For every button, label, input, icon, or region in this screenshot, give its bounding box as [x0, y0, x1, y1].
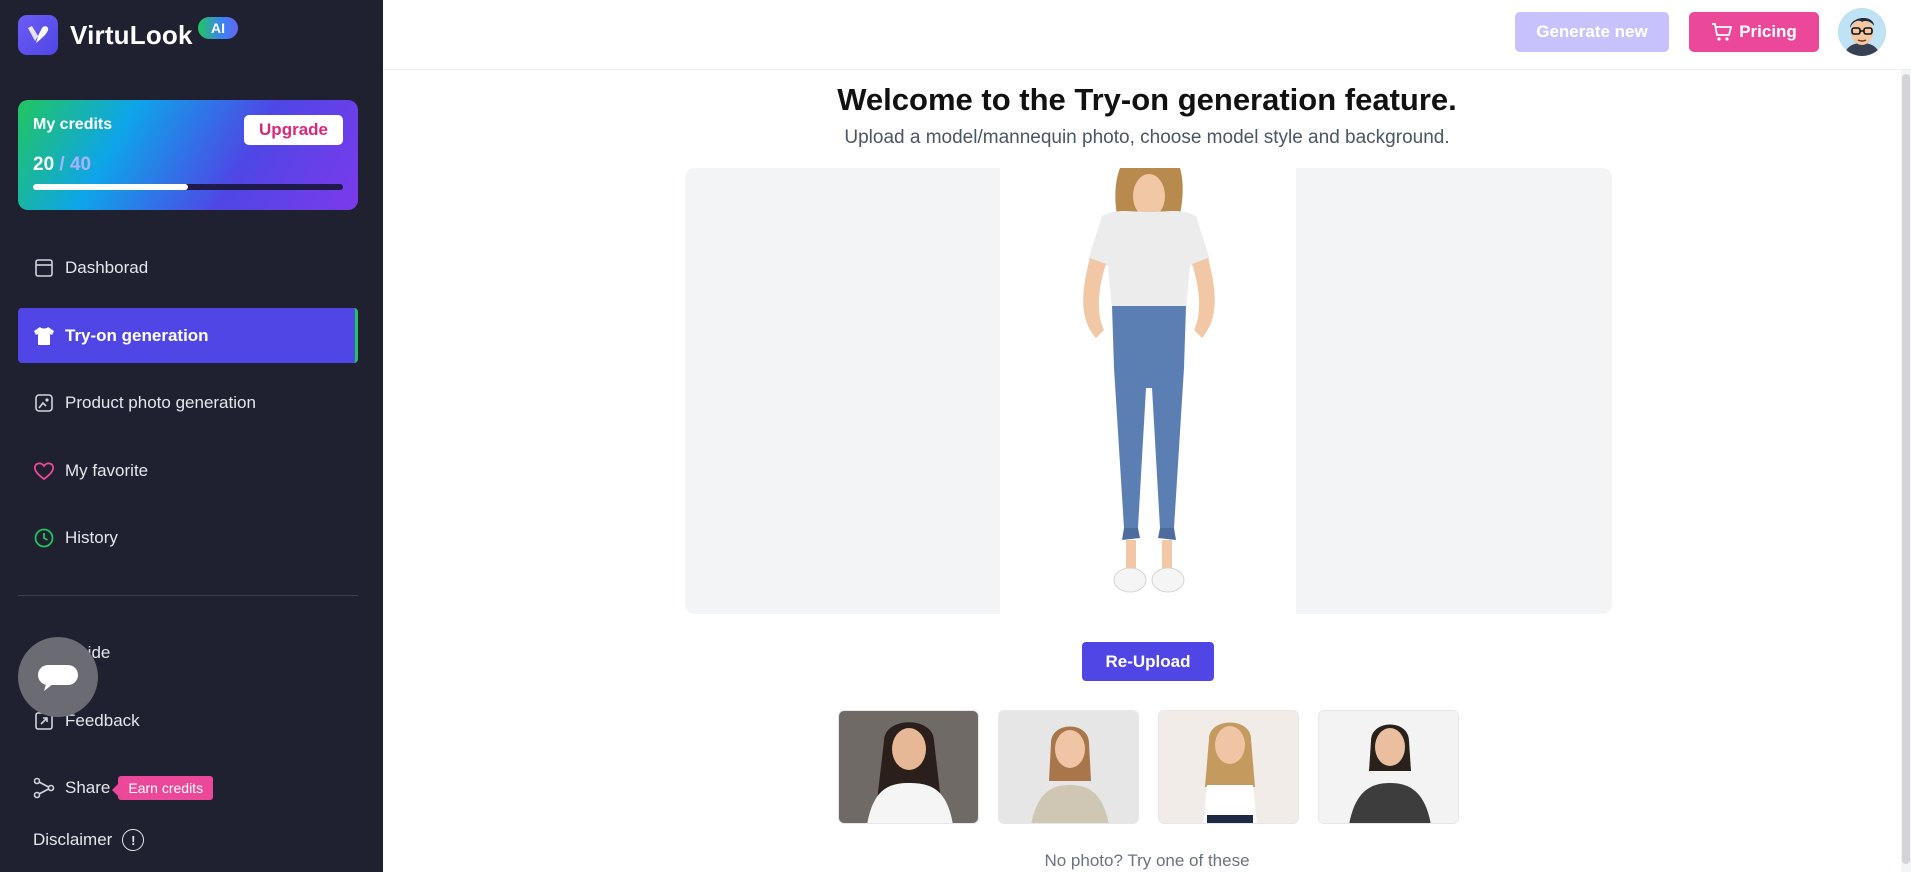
credits-total: 40 — [69, 154, 92, 175]
brand-name: VirtuLook — [70, 19, 193, 50]
brand[interactable]: VirtuLook AI — [18, 14, 238, 56]
sample-photo-2[interactable] — [998, 710, 1139, 824]
sidebar-item-product-photo-generation[interactable]: Product photo generation — [18, 375, 358, 430]
ai-badge: AI — [198, 17, 238, 39]
credits-card: My credits Upgrade 20 / 40 — [18, 100, 358, 210]
pricing-button[interactable]: Pricing — [1689, 12, 1819, 52]
sidebar-divider — [18, 595, 358, 596]
sample-photo-3[interactable] — [1158, 710, 1299, 824]
tshirt-icon — [33, 325, 55, 347]
chat-icon — [38, 665, 78, 691]
sidebar-item-label: Feedback — [65, 710, 140, 730]
sample-photo-1[interactable] — [838, 710, 979, 824]
scrollbar-thumb[interactable] — [1902, 74, 1910, 864]
virtulook-logo-icon — [18, 15, 58, 55]
generate-new-button[interactable]: Generate new — [1515, 12, 1669, 52]
upgrade-button[interactable]: Upgrade — [244, 115, 343, 145]
page-subtitle: Upload a model/mannequin photo, choose m… — [844, 127, 1450, 148]
pricing-label: Pricing — [1739, 22, 1797, 41]
cart-icon — [1712, 23, 1733, 41]
user-avatar[interactable] — [1838, 8, 1886, 56]
credits-count: 20 / 40 — [33, 154, 91, 176]
sidebar-item-try-on-generation[interactable]: Try-on generation — [18, 308, 358, 363]
re-upload-button[interactable]: Re-Upload — [1082, 642, 1214, 681]
credits-separator: / — [59, 154, 65, 175]
photo-edit-icon — [33, 392, 55, 414]
clock-icon — [33, 527, 55, 549]
chat-support-button[interactable] — [18, 637, 98, 717]
sidebar-item-history[interactable]: History — [18, 510, 358, 565]
sidebar-item-label: My favorite — [65, 460, 149, 480]
heart-icon — [33, 460, 55, 482]
credits-progress-bar — [33, 184, 343, 190]
upload-preview-area[interactable] — [685, 168, 1612, 614]
sidebar-item-label: Try-on generation — [65, 325, 209, 345]
sample-hint: No photo? Try one of these — [1044, 851, 1250, 870]
share-icon — [33, 777, 55, 799]
sidebar-item-label: Product photo generation — [65, 392, 256, 412]
sidebar-item-label: Dashborad — [65, 257, 149, 277]
sidebar-item-my-favorite[interactable]: My favorite — [18, 443, 358, 498]
sample-photo-4[interactable] — [1318, 710, 1459, 824]
uploaded-model-photo — [1000, 168, 1296, 614]
sidebar: VirtuLook AI My credits Upgrade 20 / 40 … — [0, 0, 383, 872]
sidebar-item-share[interactable]: Share Earn credits — [18, 760, 358, 815]
dashboard-icon — [33, 257, 55, 279]
page-title: Welcome to the Try-on generation feature… — [837, 82, 1457, 117]
credits-used: 20 — [33, 154, 55, 175]
sidebar-item-dashboard[interactable]: Dashborad — [18, 240, 358, 295]
disclaimer-label: Disclaimer — [33, 830, 113, 849]
credits-progress-fill — [33, 184, 188, 190]
earn-credits-badge: Earn credits — [112, 775, 214, 800]
info-icon[interactable]: ! — [122, 829, 145, 851]
sidebar-item-label: Share — [65, 777, 111, 797]
disclaimer[interactable]: Disclaimer ! — [33, 829, 145, 851]
sidebar-item-label: History — [65, 527, 118, 547]
topbar — [383, 0, 1911, 70]
